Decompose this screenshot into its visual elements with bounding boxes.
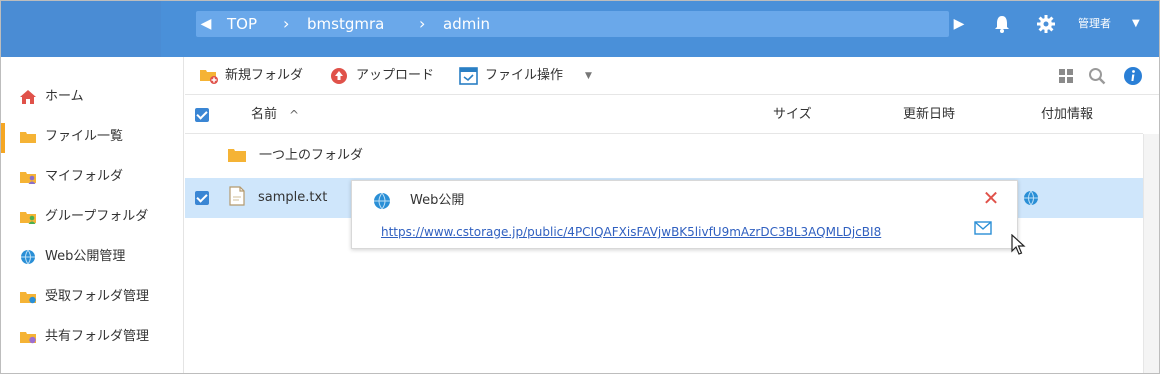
sidebar-item-web-publish[interactable]: Web公開管理 (1, 239, 183, 277)
upload-icon (330, 67, 350, 85)
search-icon[interactable] (1088, 67, 1106, 85)
sidebar: ホーム ファイル一覧 マイフォルダ グループフォルダ Web公開管理 受取フォル… (1, 57, 184, 373)
home-icon (19, 89, 37, 105)
chevron-left-icon[interactable]: ◀ (199, 11, 213, 37)
row-name[interactable]: sample.txt (258, 189, 327, 207)
breadcrumb-item-top[interactable]: TOP (227, 11, 257, 37)
column-header-size[interactable]: サイズ (773, 106, 812, 124)
chevron-right-icon[interactable]: ▶ (952, 11, 966, 37)
sidebar-item-label: ホーム (45, 89, 84, 104)
close-icon[interactable]: ✕ (982, 188, 1000, 208)
sidebar-item-receive-folder[interactable]: 受取フォルダ管理 (1, 279, 183, 317)
file-operations-icon (459, 67, 479, 85)
share-folder-icon (19, 329, 37, 345)
file-operations-label: ファイル操作 (485, 68, 564, 83)
sort-ascending-icon[interactable]: ^ (289, 106, 299, 124)
sidebar-item-label: 受取フォルダ管理 (45, 289, 150, 304)
column-header-name[interactable]: 名前 (251, 106, 277, 124)
sidebar-item-file-list[interactable]: ファイル一覧 (1, 119, 183, 157)
column-header-extra[interactable]: 付加情報 (1041, 106, 1093, 124)
select-all-checkbox[interactable] (195, 108, 209, 122)
sidebar-item-label: マイフォルダ (45, 169, 124, 184)
caret-down-icon: ▼ (585, 71, 592, 81)
breadcrumb-item-bmstgmra[interactable]: bmstgmra (307, 11, 384, 37)
sidebar-item-home[interactable]: ホーム (1, 79, 183, 117)
user-folder-icon (19, 169, 37, 185)
globe-icon[interactable] (1023, 190, 1039, 206)
group-folder-icon (19, 209, 37, 225)
folder-icon (227, 147, 247, 163)
receive-folder-icon (19, 289, 37, 305)
file-operations-dropdown[interactable]: ファイル操作 ▼ (459, 65, 599, 87)
sidebar-item-label: グループフォルダ (45, 209, 149, 224)
public-url-link[interactable]: https://www.cstorage.jp/public/4PCIQAFXi… (381, 224, 881, 240)
sidebar-item-group-folder[interactable]: グループフォルダ (1, 199, 183, 237)
sidebar-item-label: Web公開管理 (45, 249, 126, 264)
mail-icon[interactable] (974, 221, 992, 235)
breadcrumb-separator-icon: › (419, 14, 426, 33)
bell-icon[interactable] (991, 13, 1013, 35)
caret-down-icon[interactable]: ▼ (1132, 14, 1140, 34)
mouse-cursor-icon (1011, 233, 1027, 256)
breadcrumb-item-admin[interactable]: admin (443, 11, 490, 37)
popup-title: Web公開 (410, 193, 465, 208)
grid-view-icon[interactable] (1059, 69, 1073, 83)
sidebar-item-share-folder[interactable]: 共有フォルダ管理 (1, 319, 183, 357)
new-folder-label: 新規フォルダ (225, 68, 304, 83)
toolbar: 新規フォルダ アップロード ファイル操作 ▼ (185, 57, 1159, 95)
column-header-updated[interactable]: 更新日時 (903, 106, 955, 124)
info-icon[interactable] (1123, 66, 1143, 86)
text-file-icon (229, 186, 245, 206)
app-window: ◀ TOP › bmstgmra › admin ▶ 管理者 ▼ ホーム ファイ… (0, 0, 1160, 374)
globe-icon (19, 249, 37, 265)
sidebar-item-label: 共有フォルダ管理 (45, 329, 150, 344)
new-folder-icon (199, 67, 219, 85)
breadcrumb-separator-icon: › (283, 14, 290, 33)
table-row[interactable]: 一つ上のフォルダ (185, 136, 1143, 176)
globe-icon (373, 192, 391, 210)
sidebar-item-label: ファイル一覧 (45, 129, 124, 144)
user-menu-name[interactable]: 管理者 (1078, 14, 1111, 34)
row-name: 一つ上のフォルダ (259, 148, 364, 163)
sidebar-item-my-folder[interactable]: マイフォルダ (1, 159, 183, 197)
vertical-scrollbar[interactable] (1143, 134, 1159, 373)
gear-icon[interactable] (1035, 13, 1057, 35)
web-publish-popup: Web公開 ✕ https://www.cstorage.jp/public/4… (351, 180, 1018, 249)
row-checkbox[interactable] (195, 191, 209, 205)
header-logo-area (1, 1, 161, 57)
upload-label: アップロード (356, 68, 435, 83)
upload-button[interactable]: アップロード (330, 65, 450, 87)
folder-icon (19, 129, 37, 145)
file-table-header: 名前 ^ サイズ 更新日時 付加情報 (185, 96, 1143, 134)
top-header: ◀ TOP › bmstgmra › admin ▶ 管理者 ▼ (1, 1, 1159, 57)
new-folder-button[interactable]: 新規フォルダ (199, 65, 319, 87)
